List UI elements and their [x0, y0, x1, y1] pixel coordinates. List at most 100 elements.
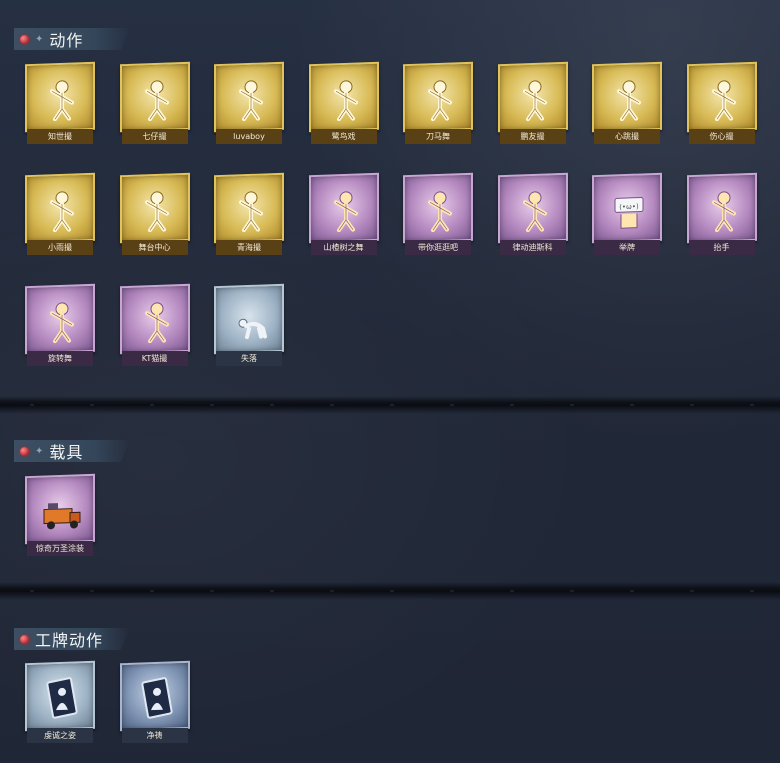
item-label: luvaboy — [216, 129, 282, 144]
item-frame — [686, 172, 757, 244]
item-card[interactable]: 失落 — [214, 283, 284, 367]
item-card[interactable]: 惊奇万圣涂装 — [25, 473, 95, 557]
gem-icon — [20, 634, 29, 644]
section-title: 载具 — [49, 443, 84, 462]
dance-pose-icon — [231, 76, 271, 122]
item-frame — [214, 283, 284, 355]
item-card[interactable]: 抬手 — [686, 172, 757, 256]
swirl-icon: ✦ — [35, 33, 44, 45]
item-label: 鹏友撮 — [499, 129, 566, 144]
item-card[interactable]: luvaboy — [214, 61, 284, 145]
item-frame — [119, 660, 190, 732]
item-card[interactable]: 鹏友撮 — [497, 61, 568, 145]
section-header-actions: ✦ 动作 — [14, 28, 130, 50]
item-card[interactable]: 舞台中心 — [119, 172, 190, 256]
section-divider — [0, 582, 780, 600]
item-label: 七仔撮 — [121, 129, 188, 144]
item-frame — [25, 283, 95, 355]
item-label: 伤心撮 — [688, 129, 755, 144]
section-title: 动作 — [49, 31, 84, 50]
item-card[interactable]: 刀马舞 — [403, 61, 473, 145]
item-frame — [214, 61, 284, 133]
item-frame — [25, 473, 95, 545]
swirl-icon: ✦ — [35, 445, 44, 457]
item-frame — [686, 61, 757, 133]
item-card[interactable]: 小雨撮 — [25, 172, 95, 256]
dance-pose-icon — [420, 76, 460, 122]
dance-pose-icon — [42, 187, 82, 233]
item-label: 律动迪斯科 — [499, 240, 566, 255]
dance-pose-icon — [137, 298, 177, 344]
vehicles-grid: 惊奇万圣涂装 — [25, 473, 757, 557]
dance-pose-icon — [231, 187, 271, 233]
item-card[interactable]: 虔诚之姿 — [25, 660, 95, 744]
item-label: 山楂树之舞 — [310, 240, 377, 255]
item-card[interactable]: 心跳撮 — [592, 61, 662, 145]
crawl-pose-icon — [231, 298, 271, 343]
item-card[interactable]: 知世撮 — [25, 61, 95, 145]
dance-pose-icon — [137, 187, 177, 233]
item-card[interactable]: 青海撮 — [214, 172, 284, 256]
dance-pose-icon — [42, 76, 82, 122]
item-label: 虔诚之姿 — [27, 728, 93, 743]
item-label: 旋转舞 — [27, 351, 93, 366]
item-card[interactable]: 鹭鸟戏 — [308, 61, 379, 145]
item-card[interactable]: 律动迪斯科 — [497, 172, 568, 256]
item-label: 带你逛逛吧 — [405, 240, 471, 255]
sign-holding-icon: (•ω•) — [609, 187, 649, 232]
item-label: 心跳撮 — [594, 129, 660, 144]
item-frame — [308, 61, 379, 133]
item-frame — [497, 172, 568, 244]
item-frame — [119, 61, 190, 133]
item-card[interactable]: KT猫撮 — [119, 283, 190, 367]
item-label: 知世撮 — [27, 129, 93, 144]
item-card[interactable]: 伤心撮 — [686, 61, 757, 145]
item-frame — [403, 172, 473, 244]
item-frame — [592, 61, 662, 133]
item-frame — [308, 172, 379, 244]
item-label: KT猫撮 — [121, 351, 188, 366]
gem-icon — [20, 34, 29, 44]
item-label: 失落 — [216, 351, 282, 366]
item-frame — [25, 61, 95, 133]
item-label: 抬手 — [688, 240, 755, 255]
heart-pose-icon — [609, 76, 649, 122]
item-frame — [119, 283, 190, 355]
item-label: 举牌 — [594, 240, 660, 255]
item-card[interactable]: 带你逛逛吧 — [403, 172, 473, 256]
item-label: 鹭鸟戏 — [310, 129, 377, 144]
item-frame — [25, 172, 95, 244]
item-card[interactable]: 山楂树之舞 — [308, 172, 379, 256]
item-frame — [497, 61, 568, 133]
item-frame — [403, 61, 473, 133]
section-divider — [0, 396, 780, 414]
badge-actions-grid: 虔诚之姿 净祷 — [25, 660, 757, 744]
item-label: 净祷 — [121, 728, 188, 743]
dance-pose-icon — [326, 76, 366, 122]
section-header-vehicles: ✦ 载具 — [14, 440, 130, 462]
item-card[interactable]: 净祷 — [119, 660, 190, 744]
point-pose-icon — [420, 187, 460, 233]
sad-pose-icon — [704, 76, 744, 122]
item-frame — [214, 172, 284, 244]
item-card[interactable]: 七仔撮 — [119, 61, 190, 145]
spin-pose-icon — [42, 298, 82, 344]
item-label: 舞台中心 — [121, 240, 188, 255]
item-card[interactable]: (•ω•) 举牌 — [592, 172, 662, 256]
item-frame — [119, 172, 190, 244]
badge-card-icon — [137, 675, 177, 720]
dance-pose-icon — [326, 187, 366, 233]
gem-icon — [20, 446, 29, 456]
item-label: 青海撮 — [216, 240, 282, 255]
item-label: 刀马舞 — [405, 129, 471, 144]
truck-icon — [42, 488, 82, 533]
dance-pose-icon — [515, 76, 555, 122]
badge-card-icon — [42, 675, 82, 720]
section-title: 工牌动作 — [35, 631, 104, 650]
item-frame — [25, 660, 95, 732]
svg-text:(•ω•): (•ω•) — [619, 203, 639, 212]
disco-pose-icon — [515, 187, 555, 233]
dance-pose-icon — [137, 76, 177, 122]
item-card[interactable]: 旋转舞 — [25, 283, 95, 367]
item-frame: (•ω•) — [592, 172, 662, 244]
